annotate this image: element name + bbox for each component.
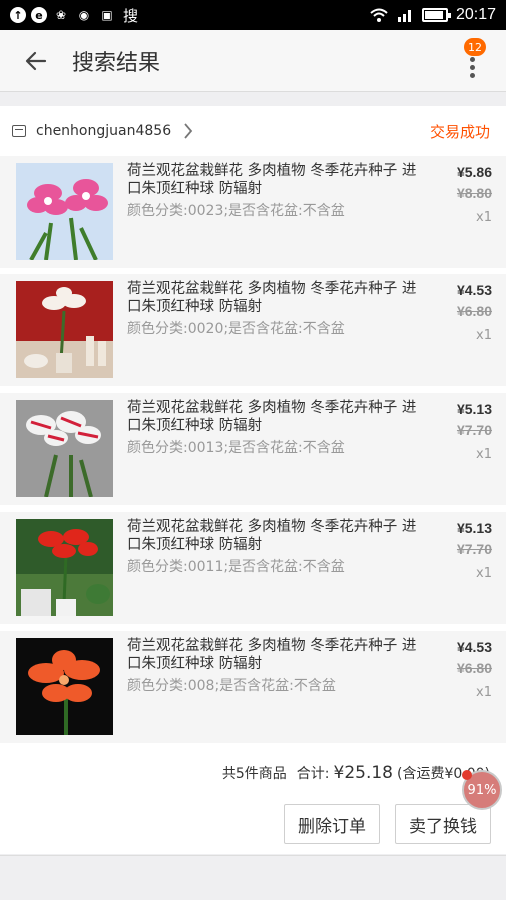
product-title: 荷兰观花盆栽鲜花 多肉植物 冬季花卉种子 进口朱顶红种球 防辐射 [127, 163, 417, 197]
app-notification-icon: e [31, 7, 47, 23]
arrow-left-icon [25, 51, 47, 70]
product-price: ¥5.86 [456, 164, 492, 180]
battery-icon [421, 8, 451, 22]
image-icon: ▣ [101, 8, 113, 22]
product-quantity: x1 [476, 210, 492, 225]
weibo-icon: ◉ [78, 8, 90, 22]
product-price: ¥5.13 [456, 401, 492, 417]
back-button[interactable] [0, 30, 72, 92]
product-image [16, 400, 113, 497]
product-spec: 颜色分类:0013;是否含花盆:不含盆 [127, 440, 345, 456]
page-title: 搜索结果 [72, 50, 161, 76]
product-price: ¥4.53 [456, 282, 492, 298]
sell-for-cash-button[interactable]: 卖了换钱 [395, 804, 491, 844]
product-title: 荷兰观花盆栽鲜花 多肉植物 冬季花卉种子 进口朱顶红种球 防辐射 [127, 400, 417, 434]
chevron-right-icon [183, 121, 197, 141]
order-item[interactable]: 荷兰观花盆栽鲜花 多肉植物 冬季花卉种子 进口朱顶红种球 防辐射 颜色分类:00… [0, 393, 506, 505]
original-price: ¥6.80 [456, 303, 492, 319]
product-spec: 颜色分类:0020;是否含花盆:不含盆 [127, 321, 345, 337]
clock: 20:17 [455, 6, 496, 23]
original-price: ¥6.80 [456, 660, 492, 676]
original-price: ¥7.70 [456, 541, 492, 557]
product-spec: 颜色分类:008;是否含花盆:不含盆 [127, 678, 336, 694]
floating-speed-widget[interactable]: 91% [462, 770, 502, 810]
signal-icon [396, 6, 414, 24]
product-quantity: x1 [476, 566, 492, 581]
order-card: chenhongjuan4856 交易成功 荷兰观花盆栽鲜花 多肉植物 冬季花卉… [0, 106, 506, 854]
shop-name: chenhongjuan4856 [36, 123, 172, 139]
product-spec: 颜色分类:0023;是否含花盆:不含盆 [127, 203, 345, 219]
product-image [16, 638, 113, 735]
notification-badge: 12 [464, 38, 486, 56]
status-bar: ↑ e ❀ ◉ ▣ 搜 20:17 [0, 0, 506, 30]
next-order-card-edge [0, 855, 506, 900]
shop-icon [12, 125, 26, 137]
product-title: 荷兰观花盆栽鲜花 多肉植物 冬季花卉种子 进口朱顶红种球 防辐射 [127, 638, 417, 672]
product-quantity: x1 [476, 328, 492, 343]
upload-icon: ↑ [10, 7, 26, 23]
wifi-icon [370, 6, 388, 24]
product-image [16, 519, 113, 616]
order-summary: 共5件商品 合计: ¥25.18 (含运费¥0.00) [222, 763, 490, 783]
total-label: 合计: [296, 766, 330, 782]
product-title: 荷兰观花盆栽鲜花 多肉植物 冬季花卉种子 进口朱顶红种球 防辐射 [127, 281, 417, 315]
product-quantity: x1 [476, 447, 492, 462]
product-image [16, 163, 113, 260]
product-price: ¥5.13 [456, 520, 492, 536]
paw-icon: ❀ [55, 8, 67, 22]
more-options-button[interactable]: 12 [452, 38, 492, 84]
more-vertical-icon [469, 56, 475, 78]
order-item[interactable]: 荷兰观花盆栽鲜花 多肉植物 冬季花卉种子 进口朱顶红种球 防辐射 颜色分类:00… [0, 274, 506, 386]
product-title: 荷兰观花盆栽鲜花 多肉植物 冬季花卉种子 进口朱顶红种球 防辐射 [127, 519, 417, 553]
delete-order-button[interactable]: 删除订单 [284, 804, 380, 844]
product-spec: 颜色分类:0011;是否含花盆:不含盆 [127, 559, 345, 575]
original-price: ¥7.70 [456, 422, 492, 438]
order-item[interactable]: 荷兰观花盆栽鲜花 多肉植物 冬季花卉种子 进口朱顶红种球 防辐射 颜色分类:00… [0, 156, 506, 268]
search-app-icon: 搜 [123, 6, 139, 25]
product-image [16, 281, 113, 378]
item-count: 共5件商品 [221, 766, 287, 782]
order-status: 交易成功 [429, 123, 490, 141]
order-item[interactable]: 荷兰观花盆栽鲜花 多肉植物 冬季花卉种子 进口朱顶红种球 防辐射 颜色分类:00… [0, 512, 506, 624]
app-bar: 搜索结果 12 [0, 30, 506, 92]
original-price: ¥8.80 [456, 185, 492, 201]
total-amount: ¥25.18 [333, 763, 393, 783]
product-quantity: x1 [476, 685, 492, 700]
product-price: ¥4.53 [456, 639, 492, 655]
order-item[interactable]: 荷兰观花盆栽鲜花 多肉植物 冬季花卉种子 进口朱顶红种球 防辐射 颜色分类:00… [0, 631, 506, 743]
